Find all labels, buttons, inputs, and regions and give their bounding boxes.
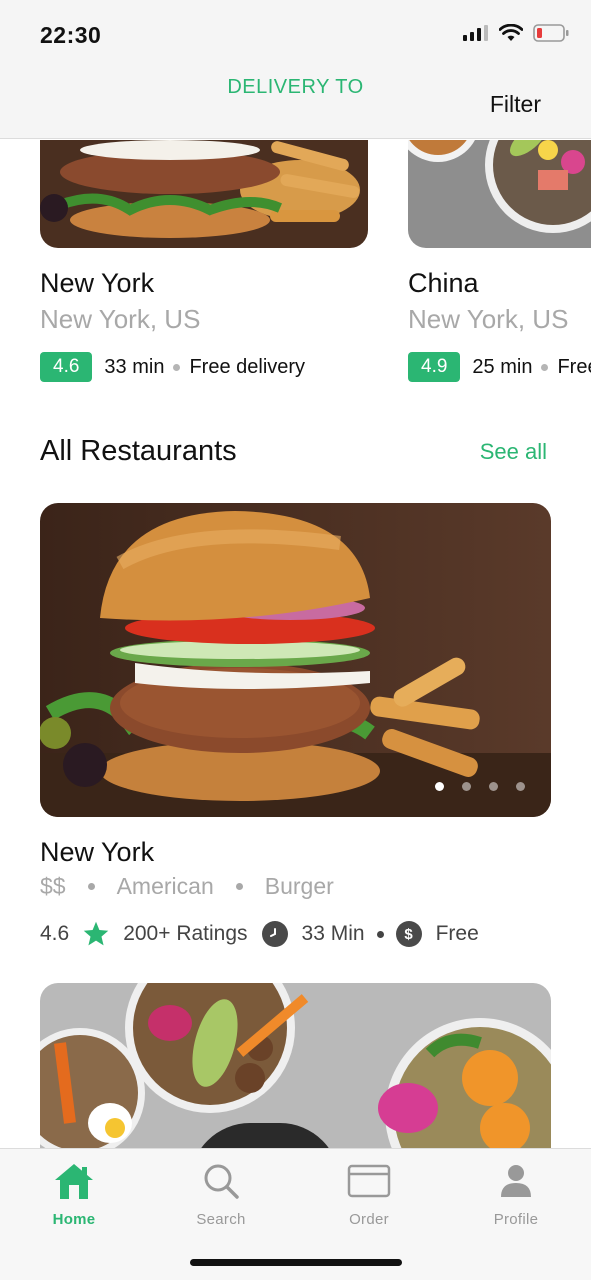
delivery-time: 25 min bbox=[472, 355, 533, 378]
carousel-dots[interactable] bbox=[435, 782, 525, 791]
separator-dot bbox=[173, 363, 181, 371]
carousel-dot[interactable] bbox=[435, 782, 444, 791]
featured-meta: 4.9 25 min Free delivery bbox=[408, 352, 591, 382]
delivery-time: 33 Min bbox=[301, 922, 365, 945]
separator-dot bbox=[87, 883, 95, 890]
star-icon bbox=[83, 921, 109, 946]
featured-location: New York, US bbox=[40, 304, 201, 334]
delivery-fee: Free delivery bbox=[189, 355, 306, 378]
rating-value: 4.6 bbox=[40, 922, 70, 945]
battery-low-icon bbox=[533, 24, 569, 42]
tab-label: Home bbox=[52, 1211, 96, 1228]
featured-name: China bbox=[408, 268, 479, 298]
status-time: 22:30 bbox=[40, 22, 102, 48]
tab-label: Search bbox=[196, 1211, 246, 1228]
home-icon bbox=[24, 1157, 124, 1205]
featured-location: New York, US bbox=[408, 304, 569, 334]
clock-icon bbox=[261, 921, 288, 947]
tab-profile[interactable]: Profile bbox=[466, 1157, 566, 1228]
separator-dot bbox=[376, 930, 384, 938]
status-icons bbox=[463, 24, 569, 42]
home-indicator[interactable] bbox=[190, 1259, 402, 1266]
tab-label: Order bbox=[349, 1211, 389, 1228]
category-tag: Burger bbox=[264, 873, 334, 899]
section-title: All Restaurants bbox=[40, 435, 237, 467]
order-icon bbox=[319, 1157, 419, 1205]
restaurant-image[interactable] bbox=[40, 983, 551, 1148]
carousel-dot[interactable] bbox=[489, 782, 498, 791]
restaurant-name[interactable]: New York bbox=[40, 837, 154, 868]
tab-search[interactable]: Search bbox=[171, 1157, 271, 1228]
tab-label: Profile bbox=[493, 1211, 539, 1228]
search-icon bbox=[171, 1157, 271, 1205]
filter-button[interactable]: Filter bbox=[490, 91, 541, 118]
status-bar: 22:30 bbox=[0, 0, 591, 64]
header: DELIVERY TO Filter bbox=[0, 64, 591, 139]
dollar-icon: $ bbox=[395, 921, 422, 947]
wifi-icon bbox=[499, 24, 523, 41]
tab-order[interactable]: Order bbox=[319, 1157, 419, 1228]
ratings-count: 200+ Ratings bbox=[123, 922, 248, 945]
cellular-signal-icon bbox=[463, 25, 488, 41]
carousel-dot[interactable] bbox=[462, 782, 471, 791]
separator-dot bbox=[235, 883, 243, 890]
cuisine-tag: American bbox=[116, 873, 214, 899]
delivery-fee: Free delivery bbox=[557, 355, 591, 378]
rating-badge: 4.6 bbox=[40, 352, 93, 382]
featured-meta: 4.6 33 min Free delivery bbox=[40, 352, 305, 382]
profile-icon bbox=[466, 1157, 566, 1205]
restaurant-stats: 4.6 200+ Ratings 33 Min $ Free bbox=[40, 920, 479, 948]
restaurant-image-carousel[interactable] bbox=[40, 503, 551, 817]
delivery-time: 33 min bbox=[104, 355, 165, 378]
see-all-link[interactable]: See all bbox=[480, 439, 547, 465]
tab-home[interactable]: Home bbox=[24, 1157, 124, 1228]
restaurant-tags: $$ American Burger bbox=[40, 873, 334, 900]
delivery-fee: Free bbox=[435, 922, 479, 945]
featured-name: New York bbox=[40, 268, 155, 298]
burger-image[interactable] bbox=[40, 140, 368, 248]
carousel-dot[interactable] bbox=[516, 782, 525, 791]
bowl-image[interactable] bbox=[408, 140, 591, 248]
rating-badge: 4.9 bbox=[408, 352, 461, 382]
main-content[interactable]: New York New York, US 4.6 33 min Free de… bbox=[0, 140, 591, 1148]
separator-dot bbox=[541, 363, 549, 371]
price-level: $$ bbox=[40, 873, 66, 899]
